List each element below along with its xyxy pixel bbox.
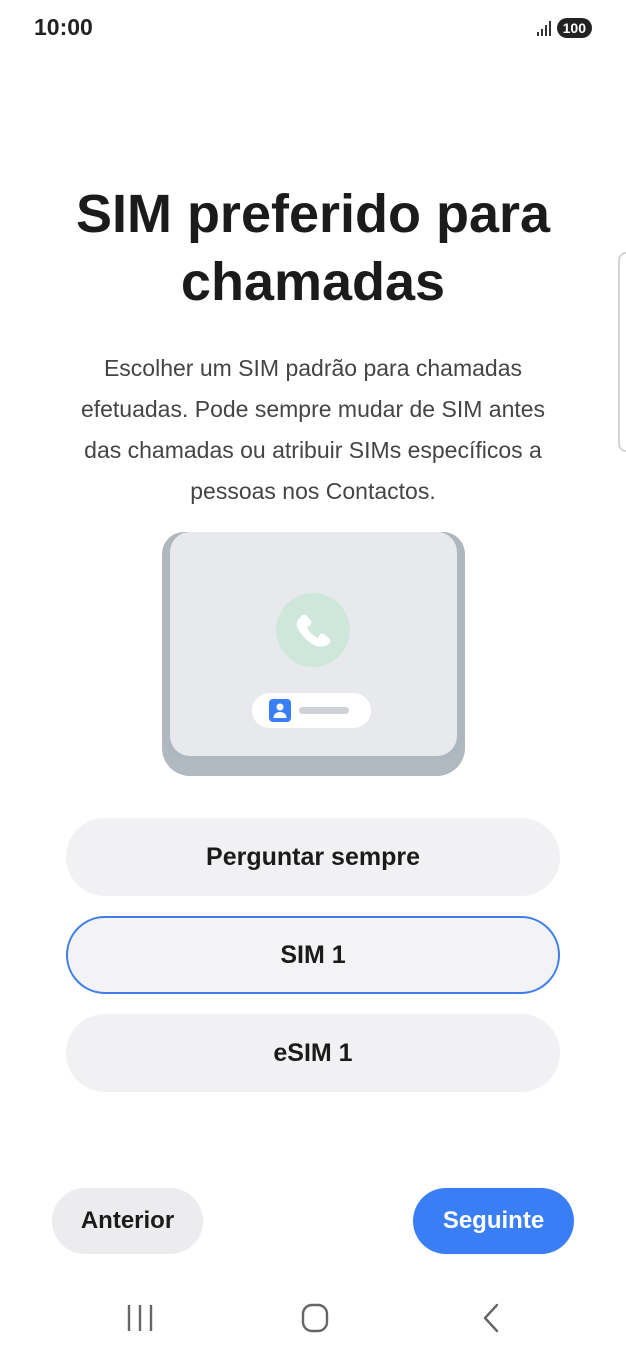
previous-button[interactable]: Anterior [52, 1188, 203, 1254]
recent-apps-icon[interactable] [120, 1300, 160, 1336]
option-esim-1[interactable]: eSIM 1 [66, 1014, 560, 1092]
next-button[interactable]: Seguinte [413, 1188, 574, 1254]
page-description: Escolher um SIM padrão para chamadas efe… [80, 355, 546, 504]
page-title: SIM preferido para chamadas [75, 184, 551, 312]
status-time: 10:00 [34, 14, 93, 40]
contact-icon [252, 693, 371, 728]
back-icon[interactable] [471, 1300, 511, 1336]
screen: 10:00 100 SIM preferido para chamadas Es… [0, 0, 626, 1358]
option-ask-always[interactable]: Perguntar sempre [66, 818, 560, 896]
battery-level: 100 [556, 18, 592, 38]
phone-illustration [162, 532, 465, 776]
phone-icon [276, 593, 350, 667]
option-sim-1[interactable]: SIM 1 [66, 916, 560, 994]
signal-icon [536, 20, 551, 36]
home-icon[interactable] [295, 1300, 335, 1336]
status-icons: 100 [536, 18, 592, 38]
